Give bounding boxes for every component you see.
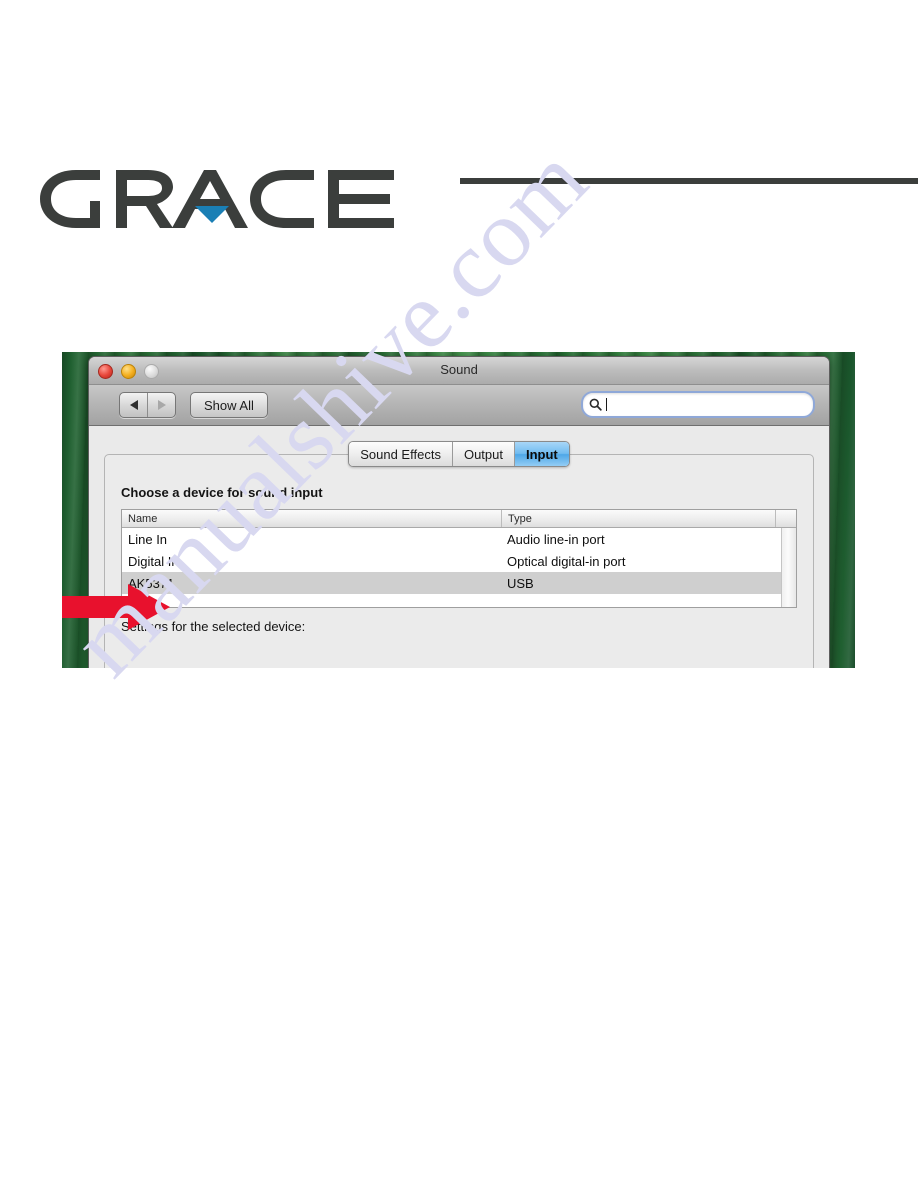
device-type: USB: [507, 575, 534, 591]
tab-input[interactable]: Input: [513, 442, 569, 466]
tab-sound-effects-label: Sound Effects: [360, 446, 441, 462]
show-all-label: Show All: [204, 397, 254, 413]
forward-arrow-icon: [157, 400, 166, 410]
settings-heading: Settings for the selected device:: [121, 619, 306, 634]
show-all-button[interactable]: Show All: [190, 392, 268, 418]
sound-preferences-window: Sound Show All Sound Effects Output Inpu…: [88, 356, 830, 668]
back-arrow-icon: [129, 400, 138, 410]
column-header-spacer: [776, 510, 796, 527]
search-input[interactable]: [607, 397, 813, 412]
red-arrow-annotation: [62, 584, 170, 630]
search-icon: [589, 398, 602, 411]
window-titlebar[interactable]: Sound: [89, 357, 829, 385]
device-table[interactable]: Name Type Line In Audio line-in port Dig…: [121, 509, 797, 608]
tab-strip: Sound Effects Output Input: [105, 441, 813, 467]
tab-group: Sound Effects Output Input: [348, 441, 570, 467]
table-scrollbar[interactable]: [781, 528, 796, 607]
sound-preferences-screenshot: Sound Show All Sound Effects Output Inpu…: [62, 352, 855, 668]
device-type: Optical digital-in port: [507, 553, 626, 569]
search-field[interactable]: [581, 391, 815, 418]
tab-output-label: Output: [463, 446, 503, 462]
column-header-name[interactable]: Name: [122, 510, 502, 527]
table-header-row: Name Type: [122, 510, 796, 528]
forward-button: [147, 393, 175, 417]
back-button[interactable]: [120, 393, 147, 417]
device-type: Audio line-in port: [507, 531, 605, 547]
device-name: Line In: [128, 531, 168, 547]
window-title: Sound: [440, 362, 478, 377]
tab-sound-effects[interactable]: Sound Effects: [349, 442, 452, 466]
preferences-content: Sound Effects Output Input Choose a devi…: [89, 426, 829, 668]
column-header-type[interactable]: Type: [502, 510, 776, 527]
table-rows: Line In Audio line-in port Digital In Op…: [122, 528, 782, 607]
logo-accent-triangle: [195, 206, 229, 223]
choose-device-heading: Choose a device for sound input: [121, 485, 323, 500]
device-name: AK5371: [128, 575, 175, 591]
device-name: Digital In: [128, 553, 179, 569]
table-row[interactable]: Line In Audio line-in port: [122, 528, 782, 550]
grace-logo-mark: [40, 170, 394, 228]
tab-input-label: Input: [525, 446, 558, 462]
tab-output[interactable]: Output: [451, 442, 514, 466]
table-row[interactable]: Digital In Optical digital-in port: [122, 550, 782, 572]
navigation-buttons: [119, 392, 176, 418]
table-row-selected[interactable]: AK5371 USB: [122, 572, 782, 594]
grace-logo: [38, 168, 918, 230]
input-pane: Choose a device for sound input Name Typ…: [105, 469, 813, 668]
window-toolbar: Show All: [89, 385, 829, 426]
tab-panel: Sound Effects Output Input Choose a devi…: [104, 441, 814, 668]
logo-rule: [460, 178, 918, 184]
table-body: Line In Audio line-in port Digital In Op…: [122, 528, 796, 607]
